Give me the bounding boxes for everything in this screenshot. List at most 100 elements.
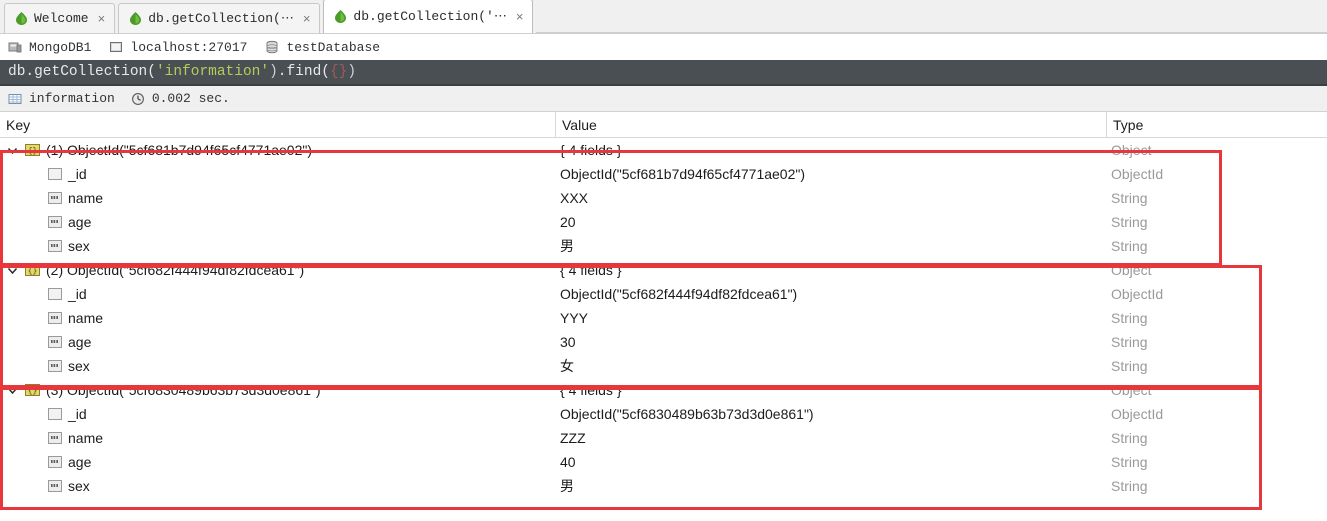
tab-query-1[interactable]: db.getCollection(⋯ × [118, 3, 321, 33]
leaf-icon [16, 12, 27, 25]
string-icon [48, 480, 62, 492]
row-value-cell: 30 [560, 334, 576, 350]
row-key-cell: sex [0, 474, 556, 498]
close-icon[interactable]: × [303, 12, 311, 25]
table-row[interactable]: sex 女 String [0, 354, 1327, 378]
row-value-cell: ObjectId("5cf682f444f94df82fdcea61") [560, 286, 798, 302]
query-collection-name: information [164, 64, 261, 80]
connection-server[interactable]: MongoDB1 [8, 40, 91, 55]
row-type-cell: String [1111, 190, 1148, 206]
string-icon [48, 432, 62, 444]
table-row[interactable]: age 20 String [0, 210, 1327, 234]
table-row[interactable]: sex 男 String [0, 474, 1327, 498]
row-key-label: age [68, 214, 92, 230]
connection-database[interactable]: testDatabase [265, 40, 380, 55]
row-key-label: _id [68, 286, 87, 302]
svg-text:{}: {} [28, 147, 38, 156]
close-icon[interactable]: × [516, 10, 524, 23]
connection-host[interactable]: localhost:27017 [109, 40, 247, 55]
chevron-down-icon[interactable] [6, 264, 19, 277]
row-value-cell: YYY [560, 310, 589, 326]
table-row[interactable]: age 40 String [0, 450, 1327, 474]
table-row[interactable]: name ZZZ String [0, 426, 1327, 450]
row-key-cell: {} (3) ObjectId("5cf6830489b63b73d3d0e86… [0, 378, 556, 402]
row-value-cell: 20 [560, 214, 576, 230]
string-icon [48, 336, 62, 348]
chevron-down-icon[interactable] [6, 384, 19, 397]
query-tail: ) [347, 64, 357, 80]
row-value-cell: ObjectId("5cf681b7d94f65cf4771ae02") [560, 166, 806, 182]
table-row[interactable]: {} (1) ObjectId("5cf681b7d94f65cf4771ae0… [0, 138, 1327, 162]
row-value-cell: { 4 fields } [560, 382, 622, 398]
column-header-key[interactable]: Key [0, 112, 556, 137]
string-icon [48, 312, 62, 324]
row-key-label: name [68, 190, 104, 206]
row-key-label: name [68, 430, 104, 446]
row-type-cell: String [1111, 430, 1148, 446]
row-type-cell: String [1111, 358, 1148, 374]
row-type-cell: String [1111, 214, 1148, 230]
objectid-icon [48, 288, 62, 300]
string-icon [48, 456, 62, 468]
row-key-label: (3) ObjectId("5cf6830489b63b73d3d0e861") [46, 382, 321, 398]
table-icon [8, 93, 22, 104]
query-input[interactable]: db.getCollection(' information ') .find({}) [0, 60, 1327, 86]
table-row[interactable]: sex 男 String [0, 234, 1327, 258]
string-icon [48, 216, 62, 228]
row-type-cell: Object [1111, 382, 1152, 398]
row-type-cell: String [1111, 334, 1148, 350]
tab-welcome[interactable]: Welcome × [4, 3, 116, 33]
query-quote-open: ' [155, 64, 165, 80]
tab-bar-filler [536, 0, 1327, 33]
column-header-type[interactable]: Type [1107, 112, 1327, 137]
row-value-cell: 男 [560, 238, 574, 254]
table-row[interactable]: name XXX String [0, 186, 1327, 210]
table-row[interactable]: {} (3) ObjectId("5cf6830489b63b73d3d0e86… [0, 378, 1327, 402]
row-key-cell: _id [0, 162, 556, 186]
table-row[interactable]: {} (2) ObjectId("5cf682f444f94df82fdcea6… [0, 258, 1327, 282]
row-key-label: _id [68, 166, 87, 182]
close-icon[interactable]: × [98, 12, 106, 25]
connection-server-label: MongoDB1 [29, 39, 92, 55]
column-header-value[interactable]: Value [556, 112, 1107, 137]
row-key-cell: {} (1) ObjectId("5cf681b7d94f65cf4771ae0… [0, 138, 556, 162]
table-row[interactable]: _id ObjectId("5cf682f444f94df82fdcea61")… [0, 282, 1327, 306]
row-key-cell: _id [0, 282, 556, 306]
row-key-label: sex [68, 238, 90, 254]
row-type-cell: String [1111, 454, 1148, 470]
tab-query-2[interactable]: db.getCollection('⋯ × [323, 0, 534, 33]
leaf-icon [130, 12, 142, 25]
row-key-label: sex [68, 478, 90, 494]
clock-icon [131, 92, 144, 105]
row-type-cell: Object [1111, 262, 1152, 278]
row-type-cell: ObjectId [1111, 406, 1164, 422]
row-key-cell: _id [0, 402, 556, 426]
tab-bar: Welcome × db.getCollection(⋯ × db.getCol… [0, 0, 1327, 34]
connection-host-label: localhost:27017 [130, 39, 248, 55]
chevron-down-icon[interactable] [6, 144, 19, 157]
row-key-cell: name [0, 186, 556, 210]
table-row[interactable]: _id ObjectId("5cf6830489b63b73d3d0e861")… [0, 402, 1327, 426]
row-key-label: sex [68, 358, 90, 374]
table-row[interactable]: age 30 String [0, 330, 1327, 354]
row-type-cell: String [1111, 238, 1148, 254]
row-value-cell: XXX [560, 190, 589, 206]
objectid-icon [48, 168, 62, 180]
table-row[interactable]: _id ObjectId("5cf681b7d94f65cf4771ae02")… [0, 162, 1327, 186]
connection-database-label: testDatabase [286, 39, 381, 55]
row-key-cell: age [0, 330, 556, 354]
row-value-cell: ZZZ [560, 430, 586, 446]
row-key-cell: age [0, 450, 556, 474]
row-type-cell: String [1111, 478, 1148, 494]
query-method: .find( [277, 64, 330, 80]
row-key-label: age [68, 334, 92, 350]
row-key-cell: {} (2) ObjectId("5cf682f444f94df82fdcea6… [0, 258, 556, 282]
row-value-cell: 男 [560, 478, 574, 494]
row-key-label: (1) ObjectId("5cf681b7d94f65cf4771ae02") [46, 142, 313, 158]
result-collection-label: information [29, 91, 115, 106]
row-key-cell: name [0, 306, 556, 330]
tab-label: db.getCollection(⋯ [148, 11, 294, 26]
row-value-cell: { 4 fields } [560, 142, 622, 158]
table-row[interactable]: name YYY String [0, 306, 1327, 330]
result-grid[interactable]: {} (1) ObjectId("5cf681b7d94f65cf4771ae0… [0, 138, 1327, 521]
